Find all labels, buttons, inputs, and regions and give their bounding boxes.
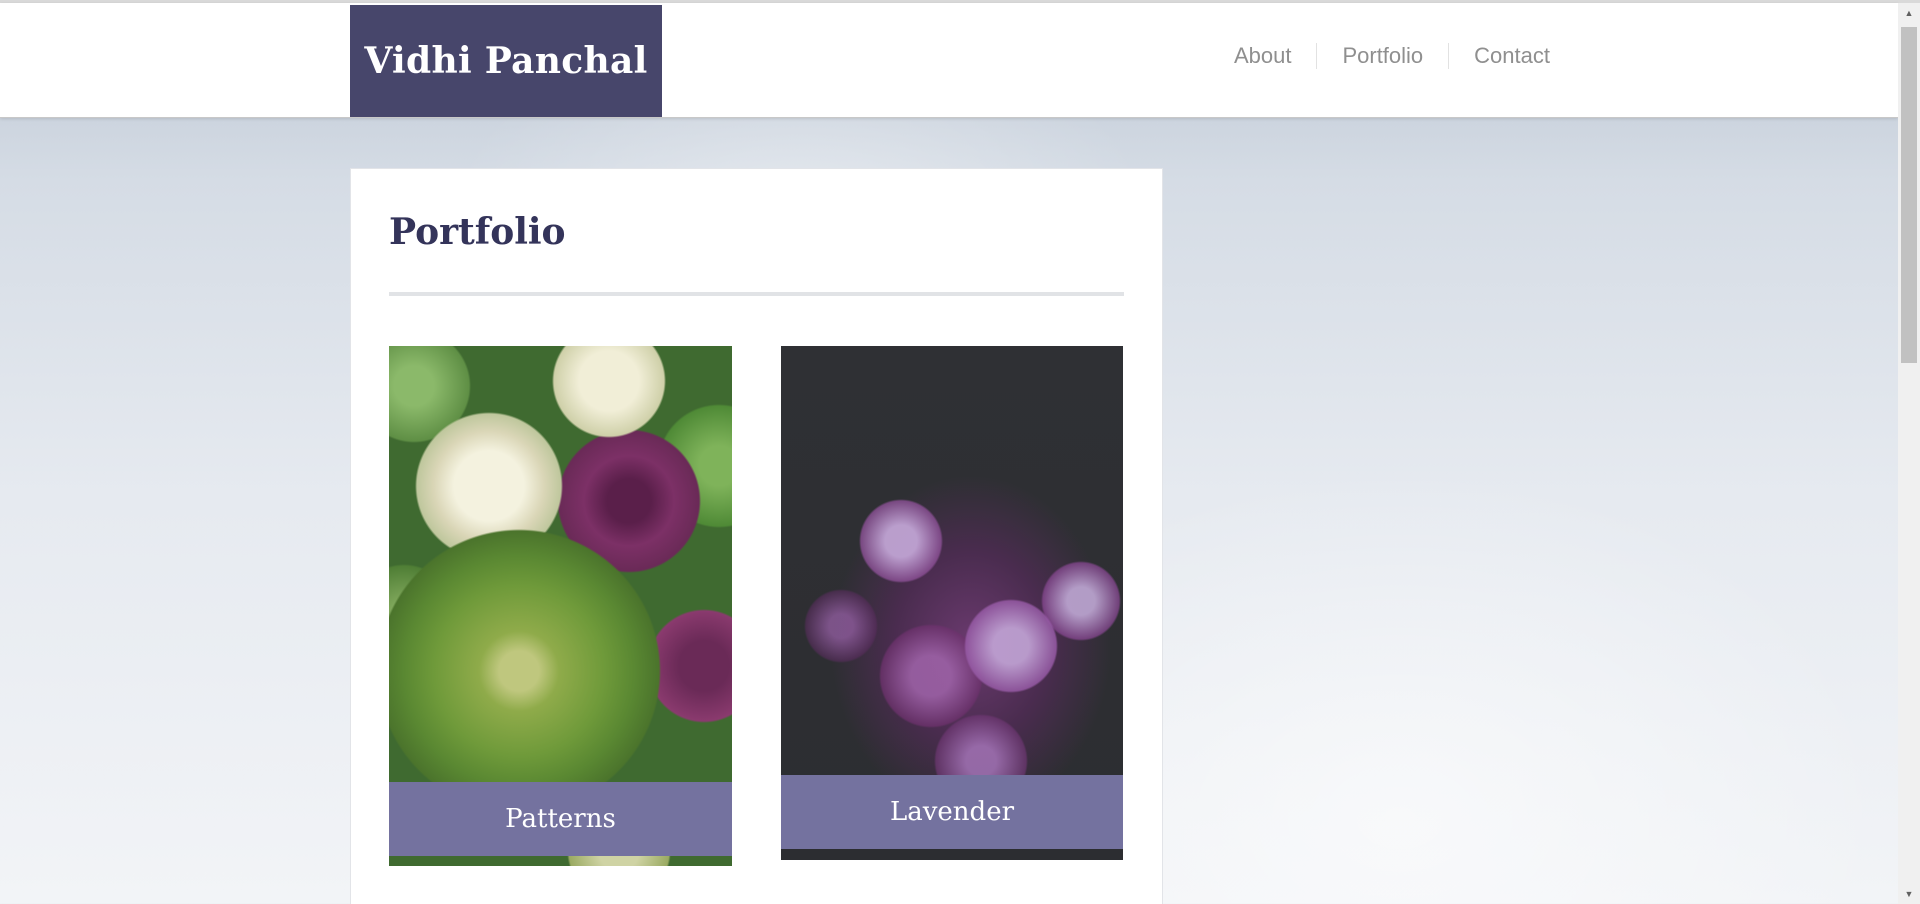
page-title: Portfolio xyxy=(389,211,566,253)
brand-logo-link[interactable]: Vidhi Panchal xyxy=(350,5,662,117)
nav-link-contact[interactable]: Contact xyxy=(1448,43,1550,69)
card-label-patterns: Patterns xyxy=(389,782,732,856)
portfolio-card-lavender[interactable]: Lavender xyxy=(781,346,1123,860)
vertical-scrollbar[interactable]: ▲ ▼ xyxy=(1898,3,1920,904)
site-header: Vidhi Panchal About Portfolio Contact xyxy=(0,3,1898,118)
main-nav: About Portfolio Contact xyxy=(1209,43,1550,69)
nav-link-about[interactable]: About xyxy=(1209,43,1317,69)
scroll-thumb[interactable] xyxy=(1901,27,1917,363)
title-divider xyxy=(389,292,1124,296)
brand-name: Vidhi Panchal xyxy=(364,40,648,82)
scroll-up-arrow-icon[interactable]: ▲ xyxy=(1898,3,1920,23)
card-label-lavender: Lavender xyxy=(781,775,1123,849)
portfolio-card-patterns[interactable]: Patterns xyxy=(389,346,732,866)
scroll-down-arrow-icon[interactable]: ▼ xyxy=(1898,884,1920,904)
portfolio-panel: Portfolio Patterns Lavender xyxy=(350,168,1163,904)
nav-link-portfolio[interactable]: Portfolio xyxy=(1316,43,1448,69)
